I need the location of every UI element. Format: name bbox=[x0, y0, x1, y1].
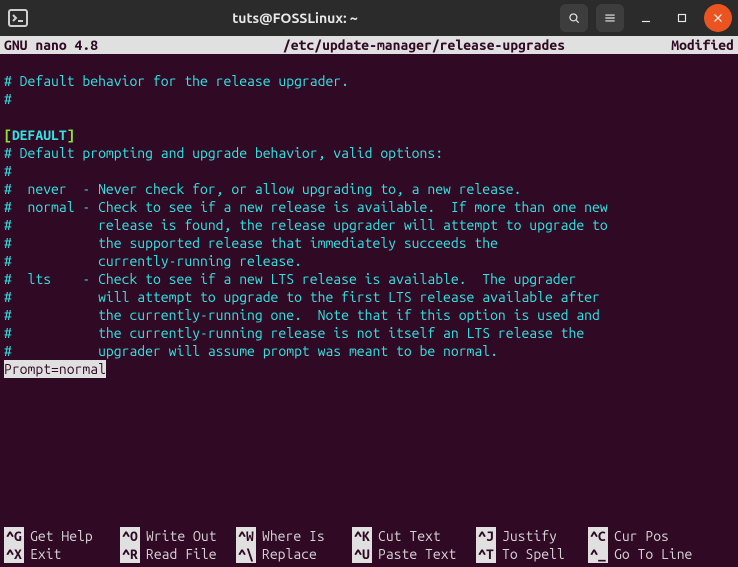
shortcut-cut-text[interactable]: ^K Cut Text bbox=[352, 527, 476, 545]
editor-area[interactable]: # Default behavior for the release upgra… bbox=[0, 54, 738, 378]
shortcut-key: ^U bbox=[352, 545, 372, 563]
editor-line: # Default prompting and upgrade behavior… bbox=[4, 145, 443, 161]
shortcut-key: ^J bbox=[476, 527, 496, 545]
shortcut-key: ^R bbox=[120, 545, 140, 563]
shortcut-label: Replace bbox=[262, 545, 317, 563]
shortcut-write-out[interactable]: ^O Write Out bbox=[120, 527, 236, 545]
shortcut-label: Exit bbox=[30, 545, 61, 563]
editor-line: [DEFAULT] bbox=[4, 127, 75, 143]
shortcut-label: Cur Pos bbox=[614, 527, 669, 545]
shortcut-exit[interactable]: ^X Exit bbox=[4, 545, 120, 563]
nano-header-bar: GNU nano 4.8 /etc/update-manager/release… bbox=[0, 36, 738, 54]
shortcut-to-spell[interactable]: ^T To Spell bbox=[476, 545, 588, 563]
shortcut-row: ^X Exit ^R Read File ^\ Replace ^U Paste Tex… bbox=[4, 545, 734, 563]
shortcut-key: ^G bbox=[4, 527, 24, 545]
shortcut-cur-pos[interactable]: ^C Cur Pos bbox=[588, 527, 718, 545]
shortcut-replace[interactable]: ^\ Replace bbox=[236, 545, 352, 563]
shortcut-key: ^W bbox=[236, 527, 256, 545]
editor-line: # will attempt to upgrade to the first L… bbox=[4, 289, 600, 305]
shortcut-key: ^\ bbox=[236, 545, 256, 563]
editor-line: # never - Never check for, or allow upgr… bbox=[4, 181, 521, 197]
editor-line: # the currently-running one. Note that i… bbox=[4, 307, 600, 323]
maximize-button[interactable] bbox=[668, 4, 696, 32]
editor-cursor-line: Prompt=normal bbox=[4, 360, 106, 378]
close-button[interactable] bbox=[704, 4, 732, 32]
window-titlebar: tuts@FOSSLinux: ~ bbox=[0, 0, 738, 36]
shortcut-label: To Spell bbox=[502, 545, 565, 563]
shortcut-label: Get Help bbox=[30, 527, 93, 545]
editor-line: # lts - Check to see if a new LTS releas… bbox=[4, 271, 576, 287]
shortcut-label: Justify bbox=[502, 527, 557, 545]
shortcut-key: ^O bbox=[120, 527, 140, 545]
shortcut-key: ^X bbox=[4, 545, 24, 563]
editor-line: # Default behavior for the release upgra… bbox=[4, 73, 349, 89]
shortcut-where-is[interactable]: ^W Where Is bbox=[236, 527, 352, 545]
shortcut-label: Read File bbox=[146, 545, 217, 563]
shortcut-key: ^_ bbox=[588, 545, 608, 563]
shortcut-label: Write Out bbox=[146, 527, 217, 545]
nano-app-name: GNU nano 4.8 bbox=[4, 36, 204, 54]
shortcut-label: Go To Line bbox=[614, 545, 692, 563]
minimize-button[interactable] bbox=[632, 4, 660, 32]
shortcut-go-to-line[interactable]: ^_ Go To Line bbox=[588, 545, 718, 563]
shortcut-paste-text[interactable]: ^U Paste Text bbox=[352, 545, 476, 563]
editor-line: # bbox=[4, 163, 12, 179]
nano-file-path: /etc/update-manager/release-upgrades bbox=[204, 36, 644, 54]
editor-line: # upgrader will assume prompt was meant … bbox=[4, 343, 498, 359]
menu-button[interactable] bbox=[596, 4, 624, 32]
shortcut-get-help[interactable]: ^G Get Help bbox=[4, 527, 120, 545]
nano-shortcut-bar: ^G Get Help ^O Write Out ^W Where Is ^K Cut … bbox=[0, 527, 738, 563]
shortcut-key: ^K bbox=[352, 527, 372, 545]
nano-modified-indicator: Modified bbox=[644, 36, 734, 54]
shortcut-label: Paste Text bbox=[378, 545, 456, 563]
editor-line: # currently-running release. bbox=[4, 253, 302, 269]
terminal-app-icon bbox=[6, 6, 30, 30]
shortcut-row: ^G Get Help ^O Write Out ^W Where Is ^K Cut … bbox=[4, 527, 734, 545]
window-title: tuts@FOSSLinux: ~ bbox=[38, 10, 552, 26]
shortcut-key: ^T bbox=[476, 545, 496, 563]
editor-line: # the currently-running release is not i… bbox=[4, 325, 584, 341]
editor-line: # normal - Check to see if a new release… bbox=[4, 199, 608, 215]
editor-line: # bbox=[4, 91, 12, 107]
editor-line: # the supported release that immediately… bbox=[4, 235, 498, 251]
shortcut-read-file[interactable]: ^R Read File bbox=[120, 545, 236, 563]
shortcut-label: Cut Text bbox=[378, 527, 441, 545]
shortcut-key: ^C bbox=[588, 527, 608, 545]
shortcut-justify[interactable]: ^J Justify bbox=[476, 527, 588, 545]
search-button[interactable] bbox=[560, 4, 588, 32]
shortcut-label: Where Is bbox=[262, 527, 325, 545]
editor-line: # release is found, the release upgrader… bbox=[4, 217, 608, 233]
